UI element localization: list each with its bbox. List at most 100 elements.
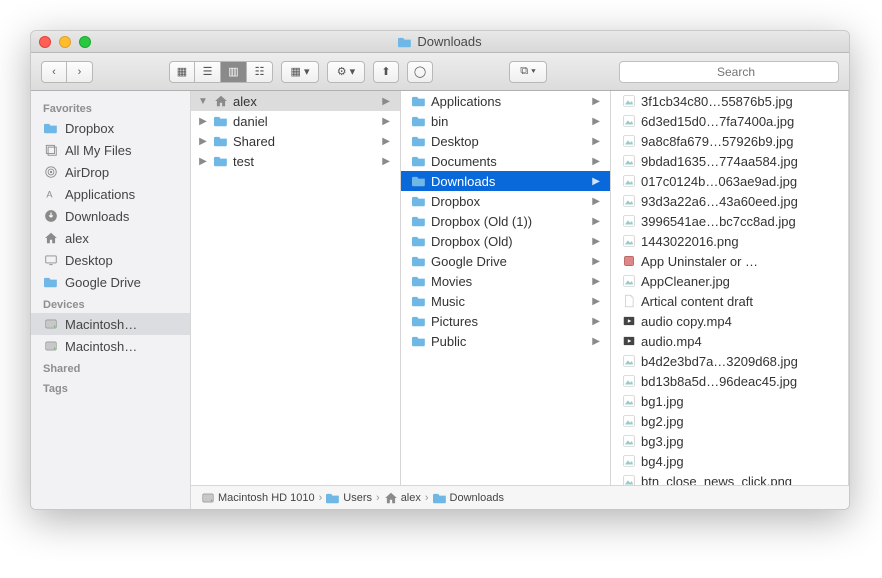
path-item[interactable]: Macintosh HD 1010 (201, 491, 315, 505)
list-item[interactable]: Dropbox▶ (401, 191, 610, 211)
list-item[interactable]: 9bdad1635…774aa584.jpg (611, 151, 848, 171)
list-item[interactable]: btn_close_news_click.png (611, 471, 848, 485)
sidebar-item[interactable]: Macintosh… (31, 313, 190, 335)
list-item[interactable]: bg3.jpg (611, 431, 848, 451)
disclosure-icon[interactable]: ▶ (197, 156, 209, 167)
list-item[interactable]: bg2.jpg (611, 411, 848, 431)
path-label: Downloads (450, 492, 504, 504)
sidebar-item[interactable]: Desktop (31, 249, 190, 271)
sidebar-item[interactable]: Macintosh… (31, 335, 190, 357)
close-button[interactable] (39, 36, 51, 48)
image-icon (621, 93, 637, 109)
item-label: bin (431, 114, 588, 129)
sidebar-item[interactable]: Dropbox (31, 117, 190, 139)
sidebar-item[interactable]: AApplications (31, 183, 190, 205)
column-view-button[interactable]: ▥ (221, 61, 247, 83)
chevron-right-icon: ▶ (588, 96, 604, 107)
list-item[interactable]: 1443022016.png (611, 231, 848, 251)
item-label: bg2.jpg (641, 414, 842, 429)
list-item[interactable]: Documents▶ (401, 151, 610, 171)
path-item[interactable]: Users (326, 492, 372, 504)
disclosure-icon[interactable]: ▶ (197, 136, 209, 147)
list-item[interactable]: 3f1cb34c80…55876b5.jpg (611, 91, 848, 111)
sidebar-item[interactable]: Google Drive (31, 271, 190, 293)
sidebar-item[interactable]: Downloads (31, 205, 190, 227)
item-label: Pictures (431, 314, 588, 329)
back-button[interactable]: ‹ (41, 61, 67, 83)
list-item[interactable]: Desktop▶ (401, 131, 610, 151)
item-label: 9a8c8fa679…57926b9.jpg (641, 134, 842, 149)
folder-icon (411, 313, 427, 329)
list-item[interactable]: Artical content draft (611, 291, 848, 311)
list-item[interactable]: 3996541ae…bc7cc8ad.jpg (611, 211, 848, 231)
list-item[interactable]: ▶Shared▶ (191, 131, 400, 151)
zoom-button[interactable] (79, 36, 91, 48)
item-label: audio.mp4 (641, 334, 842, 349)
share-button[interactable]: ⬆ (373, 61, 399, 83)
path-label: Macintosh HD 1010 (218, 492, 315, 504)
chevron-right-icon: ▶ (588, 336, 604, 347)
dropbox-button[interactable]: ⧉ ▾ (509, 61, 547, 83)
minimize-button[interactable] (59, 36, 71, 48)
app-icon (621, 253, 637, 269)
arrange-button[interactable]: ▦ ▾ (281, 61, 319, 83)
list-item[interactable]: 6d3ed15d0…7fa7400a.jpg (611, 111, 848, 131)
sidebar-item[interactable]: AirDrop (31, 161, 190, 183)
list-item[interactable]: 93d3a22a6…43a60eed.jpg (611, 191, 848, 211)
path-item[interactable]: alex (384, 491, 421, 505)
icon-view-button[interactable]: ▦ (169, 61, 195, 83)
sidebar-item[interactable]: All My Files (31, 139, 190, 161)
list-item[interactable]: ▶test▶ (191, 151, 400, 171)
list-item[interactable]: App Uninstaler or … (611, 251, 848, 271)
list-item[interactable]: b4d2e3bd7a…3209d68.jpg (611, 351, 848, 371)
list-item[interactable]: Music▶ (401, 291, 610, 311)
chevron-right-icon: ▶ (588, 156, 604, 167)
list-item[interactable]: Downloads▶ (401, 171, 610, 191)
list-item[interactable]: ▼alex▶ (191, 91, 400, 111)
folder-icon (411, 333, 427, 349)
list-item[interactable]: bd13b8a5d…96deac45.jpg (611, 371, 848, 391)
sidebar-item-label: Macintosh… (65, 317, 137, 332)
item-label: Dropbox (431, 194, 588, 209)
folder-icon (411, 173, 427, 189)
coverflow-view-button[interactable]: ☷ (247, 61, 273, 83)
disclosure-icon[interactable]: ▶ (197, 116, 209, 127)
image-icon (621, 473, 637, 485)
list-item[interactable]: bg4.jpg (611, 451, 848, 471)
list-item[interactable]: Dropbox (Old (1))▶ (401, 211, 610, 231)
list-item[interactable]: Pictures▶ (401, 311, 610, 331)
path-item[interactable]: Downloads (433, 492, 504, 504)
search-field[interactable] (619, 61, 839, 83)
list-item[interactable]: Public▶ (401, 331, 610, 351)
list-item[interactable]: bg1.jpg (611, 391, 848, 411)
search-input[interactable] (619, 61, 839, 83)
all-files-icon (43, 142, 59, 158)
list-item[interactable]: Google Drive▶ (401, 251, 610, 271)
sidebar-item-label: Macintosh… (65, 339, 137, 354)
list-view-button[interactable]: ☰ (195, 61, 221, 83)
window-controls (39, 36, 91, 48)
list-item[interactable]: AppCleaner.jpg (611, 271, 848, 291)
action-button[interactable]: ⚙ ▾ (327, 61, 365, 83)
sidebar-item-label: Applications (65, 187, 135, 202)
item-label: bg4.jpg (641, 454, 842, 469)
chevron-right-icon: ▶ (588, 136, 604, 147)
list-item[interactable]: 017c0124b…063ae9ad.jpg (611, 171, 848, 191)
list-item[interactable]: audio.mp4 (611, 331, 848, 351)
tags-button[interactable]: ◯ (407, 61, 433, 83)
forward-button[interactable]: › (67, 61, 93, 83)
list-item[interactable]: ▶daniel▶ (191, 111, 400, 131)
list-item[interactable]: audio copy.mp4 (611, 311, 848, 331)
list-item[interactable]: Applications▶ (401, 91, 610, 111)
list-item[interactable]: 9a8c8fa679…57926b9.jpg (611, 131, 848, 151)
list-item[interactable]: bin▶ (401, 111, 610, 131)
list-item[interactable]: Movies▶ (401, 271, 610, 291)
disclosure-icon[interactable]: ▼ (197, 96, 209, 107)
window-title: Downloads (31, 34, 849, 49)
sidebar-item-label: alex (65, 231, 89, 246)
item-label: Dropbox (Old (1)) (431, 214, 588, 229)
chevron-right-icon: ▶ (588, 176, 604, 187)
sidebar-item[interactable]: alex (31, 227, 190, 249)
folder-icon (411, 93, 427, 109)
list-item[interactable]: Dropbox (Old)▶ (401, 231, 610, 251)
